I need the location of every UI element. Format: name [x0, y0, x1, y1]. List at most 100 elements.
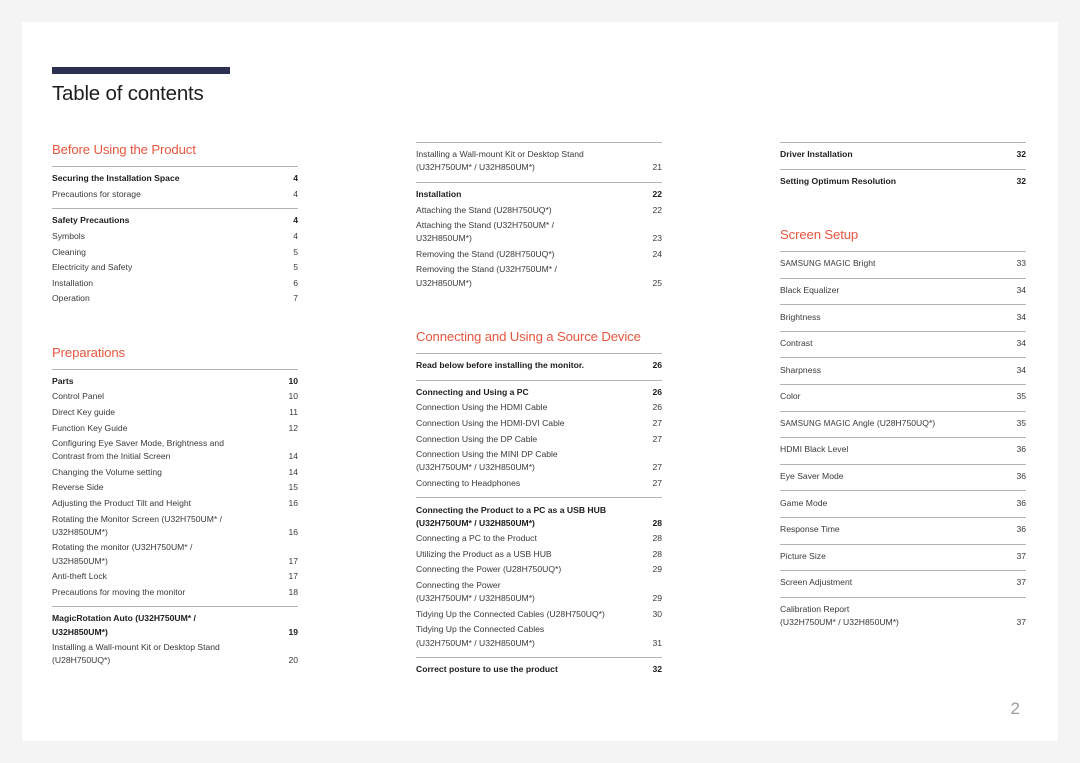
toc-entry[interactable]: Connecting the Product to a PC as a USB …	[416, 502, 662, 531]
toc-entry-label: Screen Adjustment	[780, 577, 853, 588]
toc-entry-label: Reverse Side	[52, 482, 104, 493]
toc-entry[interactable]: Cleaning 5	[52, 244, 298, 260]
toc-entry-label: Securing the Installation Space	[52, 173, 180, 184]
toc-entry[interactable]: Safety Precautions 4	[52, 213, 298, 229]
toc-entry[interactable]: Connecting the Power (U28H750UQ*) 29	[416, 562, 662, 578]
toc-entry[interactable]: Eye Saver Mode 36	[780, 469, 1026, 485]
toc-entry-label: Installation	[416, 188, 462, 199]
toc-entry-label: Function Key Guide	[52, 422, 128, 433]
toc-entry[interactable]: Precautions for moving the monitor 18	[52, 585, 298, 601]
toc-entry[interactable]: Connection Using the DP Cable 27	[416, 431, 662, 447]
title-rule	[52, 67, 230, 74]
page-number: 2	[1010, 699, 1020, 718]
toc-entry-page: 22	[652, 204, 662, 215]
toc-entry-page: 27	[652, 477, 662, 488]
toc-entry[interactable]: HDMI Black Level 36	[780, 442, 1026, 458]
toc-entry-page: 37	[1016, 550, 1026, 561]
toc-entry-label: Installing a Wall-mount Kit or Desktop S…	[416, 149, 584, 173]
toc-entry[interactable]: Calibration Report (U32H750UM* / U32H850…	[780, 602, 1026, 631]
toc-group: Connecting the Product to a PC as a USB …	[416, 497, 662, 651]
toc-entry-label: Direct Key guide	[52, 406, 116, 417]
toc-entry[interactable]: Brightness 34	[780, 309, 1026, 325]
toc-entry[interactable]: Installing a Wall-mount Kit or Desktop S…	[416, 147, 662, 176]
toc-entry-label: Utilizing the Product as a USB HUB	[416, 548, 552, 559]
toc-entry[interactable]: Connecting a PC to the Product 28	[416, 531, 662, 547]
toc-entry[interactable]: Adjusting the Product Tilt and Height 16	[52, 496, 298, 512]
toc-entry[interactable]: Contrast 34	[780, 336, 1026, 352]
toc-entry[interactable]: Read below before installing the monitor…	[416, 358, 662, 374]
toc-entry[interactable]: Response Time 36	[780, 522, 1026, 538]
toc-entry-label: Brightness	[780, 311, 821, 322]
toc-entry-label: Parts	[52, 375, 74, 386]
toc-entry-label: Connecting the Product to a PC as a USB …	[416, 504, 607, 528]
toc-entry-label: Removing the Stand (U28H750UQ*)	[416, 248, 555, 259]
toc-group: Picture Size 37	[780, 543, 1026, 565]
toc-entry[interactable]: Direct Key guide 11	[52, 405, 298, 421]
toc-entry[interactable]: Electricity and Safety 5	[52, 260, 298, 276]
toc-entry-page: 32	[652, 664, 662, 675]
toc-entry[interactable]: Securing the Installation Space 4	[52, 171, 298, 187]
toc-entry-label: Calibration Report (U32H750UM* / U32H850…	[780, 603, 899, 628]
toc-entry[interactable]: Parts 10	[52, 374, 298, 390]
toc-entry[interactable]: Rotating the Monitor Screen (U32H750UM* …	[52, 511, 298, 540]
toc-entry[interactable]: Changing the Volume setting 14	[52, 465, 298, 481]
toc-entry-label: Color	[780, 391, 801, 402]
toc-entry[interactable]: Correct posture to use the product 32	[416, 662, 662, 678]
toc-entry-page: 36	[1016, 444, 1026, 455]
toc-entry[interactable]: Connection Using the MINI DP Cable (U32H…	[416, 447, 662, 476]
toc-entry[interactable]: Anti-theft Lock 17	[52, 569, 298, 585]
toc-entry[interactable]: Removing the Stand (U32H750UM* / U32H850…	[416, 262, 662, 291]
toc-entry[interactable]: Setting Optimum Resolution 32	[780, 174, 1026, 190]
brand-smallcaps: SAMSUNG MAGIC	[780, 418, 851, 428]
toc-entry[interactable]: Removing the Stand (U28H750UQ*) 24	[416, 247, 662, 263]
toc-entry[interactable]: Sharpness 34	[780, 362, 1026, 378]
toc-entry-label: HDMI Black Level	[780, 444, 849, 455]
toc-entry-page: 14	[288, 466, 298, 477]
toc-entry-label: Installation	[52, 277, 94, 288]
toc-entry[interactable]: MagicRotation Auto (U32H750UM* / U32H850…	[52, 611, 298, 640]
toc-entry-page: 5	[293, 262, 298, 273]
toc-entry[interactable]: Rotating the monitor (U32H750UM* / U32H8…	[52, 540, 298, 569]
toc-entry-label: Symbols	[52, 230, 85, 241]
toc-entry-page: 4	[293, 173, 298, 184]
toc-entry[interactable]: Connecting to Headphones 27	[416, 476, 662, 492]
toc-entry[interactable]: Precautions for storage 4	[52, 187, 298, 203]
toc-entry-label: Eye Saver Mode	[780, 470, 844, 481]
toc-entry-page: 26	[652, 402, 662, 413]
toc-entry[interactable]: Color 35	[780, 389, 1026, 405]
toc-entry[interactable]: Attaching the Stand (U32H750UM* / U32H85…	[416, 218, 662, 247]
toc-group: SAMSUNG MAGIC Angle (U28H750UQ*) 35	[780, 410, 1026, 432]
toc-entry[interactable]: Installing a Wall-mount Kit or Desktop S…	[52, 640, 298, 669]
toc-entry[interactable]: Configuring Eye Saver Mode, Brightness a…	[52, 436, 298, 465]
toc-entry[interactable]: Tidying Up the Connected Cables (U28H750…	[416, 607, 662, 623]
toc-entry[interactable]: SAMSUNG MAGIC Angle (U28H750UQ*) 35	[780, 416, 1026, 432]
toc-entry[interactable]: Tidying Up the Connected Cables (U32H750…	[416, 622, 662, 651]
toc-entry-page: 37	[1016, 577, 1026, 588]
toc-entry-label: Precautions for moving the monitor	[52, 586, 186, 597]
toc-entry[interactable]: Installation 6	[52, 275, 298, 291]
toc-entry[interactable]: Function Key Guide 12	[52, 420, 298, 436]
toc-entry[interactable]: SAMSUNG MAGIC Bright 33	[780, 256, 1026, 272]
toc-entry[interactable]: Picture Size 37	[780, 549, 1026, 565]
toc-entry[interactable]: Utilizing the Product as a USB HUB 28	[416, 547, 662, 563]
toc-entry[interactable]: Connecting and Using a PC 26	[416, 385, 662, 401]
toc-entry[interactable]: Installation 22	[416, 187, 662, 203]
toc-group: Game Mode 36	[780, 490, 1026, 511]
toc-entry-label: Cleaning	[52, 246, 86, 257]
toc-entry[interactable]: Game Mode 36	[780, 495, 1026, 511]
toc-group: Black Equalizer 34	[780, 277, 1026, 299]
toc-entry[interactable]: Operation 7	[52, 291, 298, 307]
toc-entry[interactable]: Symbols 4	[52, 229, 298, 245]
toc-entry[interactable]: Driver Installation 32	[780, 147, 1026, 163]
toc-entry[interactable]: Screen Adjustment 37	[780, 575, 1026, 591]
toc-entry[interactable]: Attaching the Stand (U28H750UQ*) 22	[416, 202, 662, 218]
toc-entry[interactable]: Connection Using the HDMI Cable 26	[416, 400, 662, 416]
toc-entry[interactable]: Control Panel 10	[52, 389, 298, 405]
toc-entry-label: Sharpness	[780, 364, 822, 375]
toc-group: Calibration Report (U32H750UM* / U32H850…	[780, 596, 1026, 631]
toc-entry[interactable]: Connection Using the HDMI-DVI Cable 27	[416, 416, 662, 432]
toc-entry[interactable]: Connecting the Power (U32H750UM* / U32H8…	[416, 578, 662, 607]
toc-entry[interactable]: Reverse Side 15	[52, 480, 298, 496]
toc-entry-label: Connection Using the HDMI Cable	[416, 402, 548, 413]
toc-entry[interactable]: Black Equalizer 34	[780, 283, 1026, 299]
